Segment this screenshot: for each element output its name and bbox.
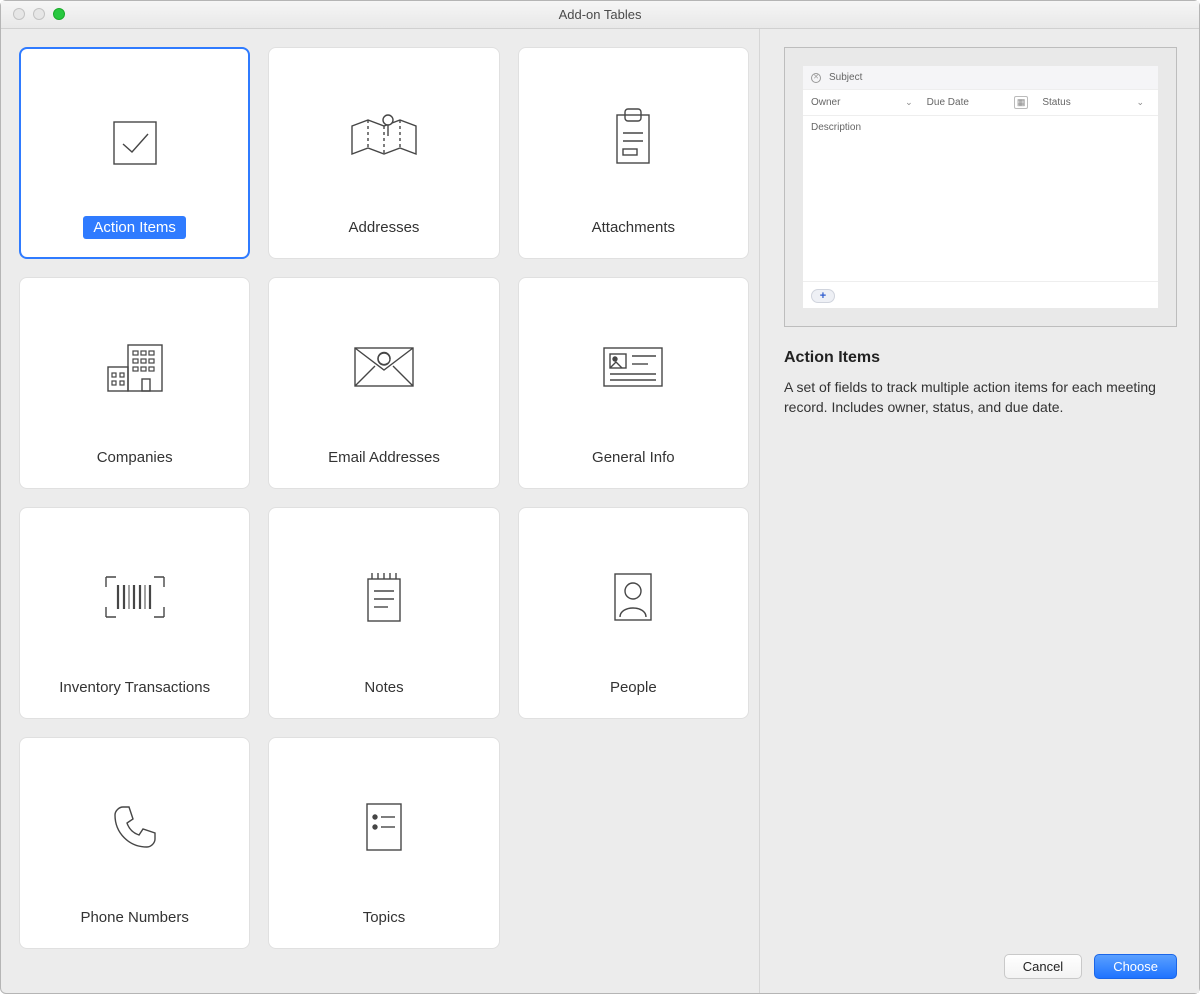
preview-description-row: Description xyxy=(803,116,1158,139)
detail-pane: ✕ Subject Owner ⌄ Due Date ▦ Status ⌄ Descr… xyxy=(759,29,1199,993)
tile-label: Attachments xyxy=(592,205,675,258)
content: Action Items Addresses Attachments xyxy=(1,29,1199,993)
tile-inventory-transactions[interactable]: Inventory Transactions xyxy=(19,507,250,719)
titlebar: Add-on Tables xyxy=(1,1,1199,29)
tile-label: General Info xyxy=(592,435,675,488)
tile-label: Action Items xyxy=(83,216,186,239)
preview-owner-row: Owner ⌄ Due Date ▦ Status ⌄ xyxy=(803,90,1158,116)
tile-label: Companies xyxy=(97,435,173,488)
tile-label: Email Addresses xyxy=(328,435,440,488)
choose-button[interactable]: Choose xyxy=(1094,954,1177,979)
card-info-icon xyxy=(519,278,748,435)
traffic-lights xyxy=(13,8,65,20)
map-pin-icon xyxy=(269,48,498,205)
dialog-buttons: Cancel Choose xyxy=(784,942,1177,979)
window-title: Add-on Tables xyxy=(1,7,1199,22)
barcode-icon xyxy=(20,508,249,665)
chevron-down-icon: ⌄ xyxy=(1136,97,1144,108)
cancel-button[interactable]: Cancel xyxy=(1004,954,1082,979)
tile-label: People xyxy=(610,665,657,718)
preview-footer: + xyxy=(803,281,1158,308)
tile-companies[interactable]: Companies xyxy=(19,277,250,489)
preview-form: ✕ Subject Owner ⌄ Due Date ▦ Status ⌄ Descr… xyxy=(803,66,1158,308)
detail-title: Action Items xyxy=(784,349,1177,367)
add-record-button: + xyxy=(811,289,835,303)
person-frame-icon xyxy=(519,508,748,665)
tile-general-info[interactable]: General Info xyxy=(518,277,749,489)
tile-label: Notes xyxy=(364,665,403,718)
preview-frame: ✕ Subject Owner ⌄ Due Date ▦ Status ⌄ Descr… xyxy=(784,47,1177,327)
notepad-icon xyxy=(269,508,498,665)
clear-icon: ✕ xyxy=(811,73,821,83)
tile-notes[interactable]: Notes xyxy=(268,507,499,719)
zoom-window-button[interactable] xyxy=(53,8,65,20)
preview-subject-row: ✕ Subject xyxy=(803,66,1158,90)
checkmark-box-icon xyxy=(21,49,248,216)
table-grid-pane: Action Items Addresses Attachments xyxy=(1,29,759,993)
tile-label: Addresses xyxy=(349,205,420,258)
calendar-icon: ▦ xyxy=(1014,96,1029,109)
dialog-window: Add-on Tables Action Items Addresses xyxy=(0,0,1200,994)
preview-field-subject: Subject xyxy=(829,72,862,83)
buildings-icon xyxy=(20,278,249,435)
tile-label: Phone Numbers xyxy=(80,895,188,948)
tile-addresses[interactable]: Addresses xyxy=(268,47,499,259)
preview-field-description: Description xyxy=(811,122,861,133)
tile-attachments[interactable]: Attachments xyxy=(518,47,749,259)
preview-field-owner: Owner xyxy=(811,97,840,108)
preview-field-due-date: Due Date xyxy=(927,97,969,108)
close-window-button[interactable] xyxy=(13,8,25,20)
tile-label: Inventory Transactions xyxy=(59,665,210,718)
preview-field-status: Status xyxy=(1042,97,1070,108)
tile-topics[interactable]: Topics xyxy=(268,737,499,949)
tile-label: Topics xyxy=(363,895,406,948)
tile-email-addresses[interactable]: Email Addresses xyxy=(268,277,499,489)
table-grid: Action Items Addresses Attachments xyxy=(19,47,749,949)
phone-handset-icon xyxy=(20,738,249,895)
tile-people[interactable]: People xyxy=(518,507,749,719)
tile-phone-numbers[interactable]: Phone Numbers xyxy=(19,737,250,949)
clipboard-icon xyxy=(519,48,748,205)
envelope-at-icon xyxy=(269,278,498,435)
minimize-window-button[interactable] xyxy=(33,8,45,20)
chevron-down-icon: ⌄ xyxy=(905,97,913,108)
tile-action-items[interactable]: Action Items xyxy=(19,47,250,259)
detail-description: A set of fields to track multiple action… xyxy=(784,377,1177,418)
bullet-list-icon xyxy=(269,738,498,895)
